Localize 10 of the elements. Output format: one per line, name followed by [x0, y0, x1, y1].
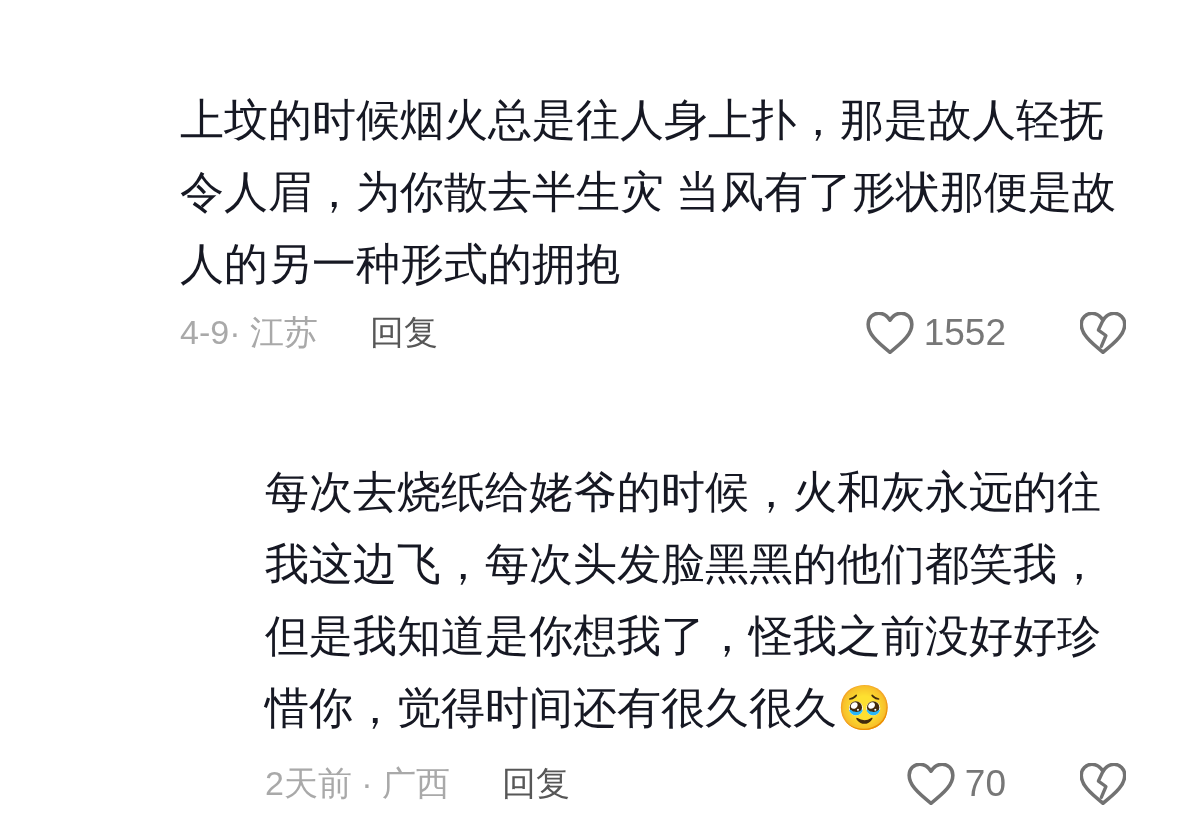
- like-button[interactable]: 1552: [865, 312, 1006, 354]
- broken-heart-icon[interactable]: [1080, 312, 1126, 354]
- reply-text: 每次去烧纸给姥爷的时候，火和灰永远的往我这边飞，每次头发脸黑黑的他们都笑我，但是我知道是你想我了，怪我之前没好好珍惜你，觉得时间还有很久很久🥹: [265, 466, 1102, 734]
- reply-button[interactable]: 回复: [369, 310, 438, 356]
- reply-button[interactable]: 回复: [502, 761, 571, 807]
- time-location-text: 4-9· 江苏: [180, 312, 318, 353]
- comment-text: 上坟的时候烟火总是往人身上扑，那是故人轻抚令人眉，为你散去半生灾 当风有了形状那便是故人的另一种形式的拥抱: [180, 94, 1118, 290]
- broken-heart-icon[interactable]: [1080, 763, 1126, 805]
- like-button[interactable]: 70: [906, 763, 1006, 805]
- time-location-text: 2天前 · 广西: [265, 763, 451, 804]
